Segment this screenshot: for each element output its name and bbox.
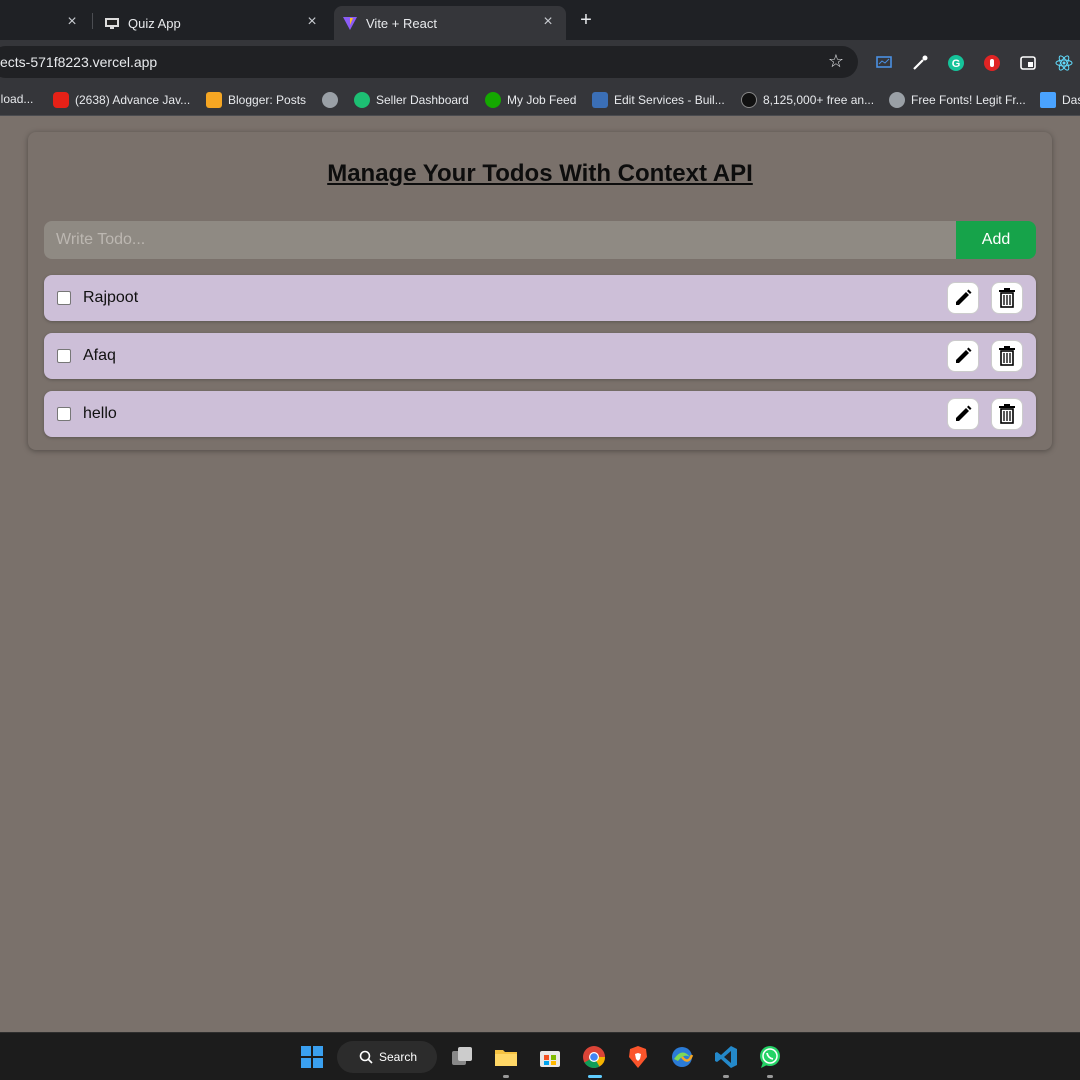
todo-item: Rajpoot (44, 275, 1036, 321)
upwork-icon (485, 92, 501, 108)
todo-text: Rajpoot (83, 289, 139, 306)
whatsapp-icon[interactable] (758, 1045, 782, 1069)
bookmark-label: Blogger: Posts (228, 93, 307, 107)
tab-separator (92, 13, 93, 29)
running-indicator (503, 1075, 509, 1078)
bookmark-label: nload... (0, 92, 34, 106)
microsoft-store-icon[interactable] (538, 1045, 562, 1069)
bookmark-item[interactable]: My Job Feed (485, 92, 576, 108)
delete-button[interactable] (991, 340, 1023, 372)
page-title: Manage Your Todos With Context API (327, 160, 753, 187)
tab-quiz-app[interactable]: Quiz App × (96, 6, 330, 40)
bookmark-item[interactable]: (2638) Advance Jav... (53, 92, 190, 108)
youtube-icon (53, 92, 69, 108)
running-indicator (767, 1075, 773, 1078)
react-devtools-icon[interactable] (1055, 54, 1073, 72)
tab-label: Vite + React (366, 15, 437, 31)
taskbar-search[interactable]: Search (337, 1041, 437, 1073)
todo-checkbox[interactable] (57, 349, 71, 363)
todo-form: Add (44, 221, 1036, 259)
grammarly-icon[interactable]: G (947, 54, 965, 72)
todo-item: hello (44, 391, 1036, 437)
trash-icon (999, 346, 1015, 366)
add-button[interactable]: Add (956, 221, 1036, 259)
todo-text: hello (83, 405, 117, 422)
chrome-icon[interactable] (582, 1045, 606, 1069)
edit-button[interactable] (947, 340, 979, 372)
delete-button[interactable] (991, 282, 1023, 314)
todo-checkbox[interactable] (57, 291, 71, 305)
search-label: Search (379, 1050, 418, 1064)
edit-services-icon (592, 92, 608, 108)
fiverr-icon (354, 92, 370, 108)
edge-dev-icon[interactable] (670, 1045, 694, 1069)
file-explorer-icon[interactable] (494, 1045, 518, 1069)
dashboard-icon (1040, 92, 1056, 108)
svg-text:G: G (952, 58, 961, 70)
screen-monitor-icon[interactable] (875, 54, 893, 72)
todo-text: Afaq (83, 347, 116, 364)
pencil-icon (956, 405, 972, 421)
tab-vite-react[interactable]: Vite + React × (334, 6, 566, 40)
bookmark-item[interactable]: Blogger: Posts (206, 92, 306, 108)
pencil-icon (956, 289, 972, 305)
bookmark-item[interactable]: Das (1040, 92, 1080, 108)
tab-close-icon[interactable]: × (64, 14, 80, 30)
todo-item: Afaq (44, 333, 1036, 379)
trash-icon (999, 288, 1015, 308)
brave-icon[interactable] (626, 1045, 650, 1069)
vscode-icon[interactable] (714, 1045, 738, 1069)
bookmark-item[interactable]: Edit Services - Buil... (592, 92, 725, 108)
edit-button[interactable] (947, 398, 979, 430)
windows-start-icon[interactable] (300, 1045, 324, 1069)
bookmarks-bar: nload... (2638) Advance Jav... Blogger: … (0, 84, 1080, 116)
url-text: ects-571f8223.vercel.app (0, 54, 158, 70)
todo-checkbox[interactable] (57, 407, 71, 421)
search-icon (359, 1050, 373, 1064)
freepik-icon (741, 92, 757, 108)
running-indicator (723, 1075, 729, 1078)
trash-icon (999, 404, 1015, 424)
bookmark-star-icon[interactable]: ☆ (828, 51, 844, 72)
task-view-icon[interactable] (450, 1045, 474, 1069)
bookmark-item[interactable]: Free Fonts! Legit Fr... (889, 92, 1026, 108)
pencil-icon (956, 347, 972, 363)
tab-label: Quiz App (128, 15, 181, 31)
bookmark-item[interactable]: Seller Dashboard (354, 92, 469, 108)
tab-previous[interactable]: × (0, 6, 90, 40)
todo-input[interactable] (44, 221, 956, 259)
window-icon[interactable] (1019, 54, 1037, 72)
bookmark-item[interactable]: nload... (0, 92, 33, 106)
edit-button[interactable] (947, 282, 979, 314)
active-indicator (588, 1075, 602, 1078)
bookmark-label: Free Fonts! Legit Fr... (911, 93, 1026, 107)
blogger-icon (206, 92, 222, 108)
bookmark-label: Edit Services - Buil... (614, 93, 725, 107)
bookmark-label: Seller Dashboard (376, 93, 469, 107)
bookmark-label: My Job Feed (507, 93, 577, 107)
address-bar[interactable]: ects-571f8223.vercel.app ☆ (0, 46, 858, 78)
new-tab-button[interactable]: + (576, 10, 596, 30)
fonts-icon (889, 92, 905, 108)
bookmark-label: Das (1062, 93, 1080, 107)
tab-strip: × Quiz App × Vite + React × + (0, 0, 1080, 40)
bookmark-item[interactable] (322, 92, 344, 108)
taskbar: Search (0, 1032, 1080, 1080)
bookmark-item[interactable]: 8,125,000+ free an... (741, 92, 874, 108)
vite-favicon-icon (343, 17, 357, 30)
picker-icon[interactable] (911, 54, 929, 72)
bookmark-label: 8,125,000+ free an... (763, 93, 875, 107)
delete-button[interactable] (991, 398, 1023, 430)
tab-close-icon[interactable]: × (304, 14, 320, 30)
bookmark-label: (2638) Advance Jav... (75, 93, 191, 107)
adblock-icon[interactable] (983, 54, 1001, 72)
tab-close-icon[interactable]: × (540, 14, 556, 30)
globe-icon (322, 92, 338, 108)
quiz-app-favicon-icon (105, 18, 119, 29)
